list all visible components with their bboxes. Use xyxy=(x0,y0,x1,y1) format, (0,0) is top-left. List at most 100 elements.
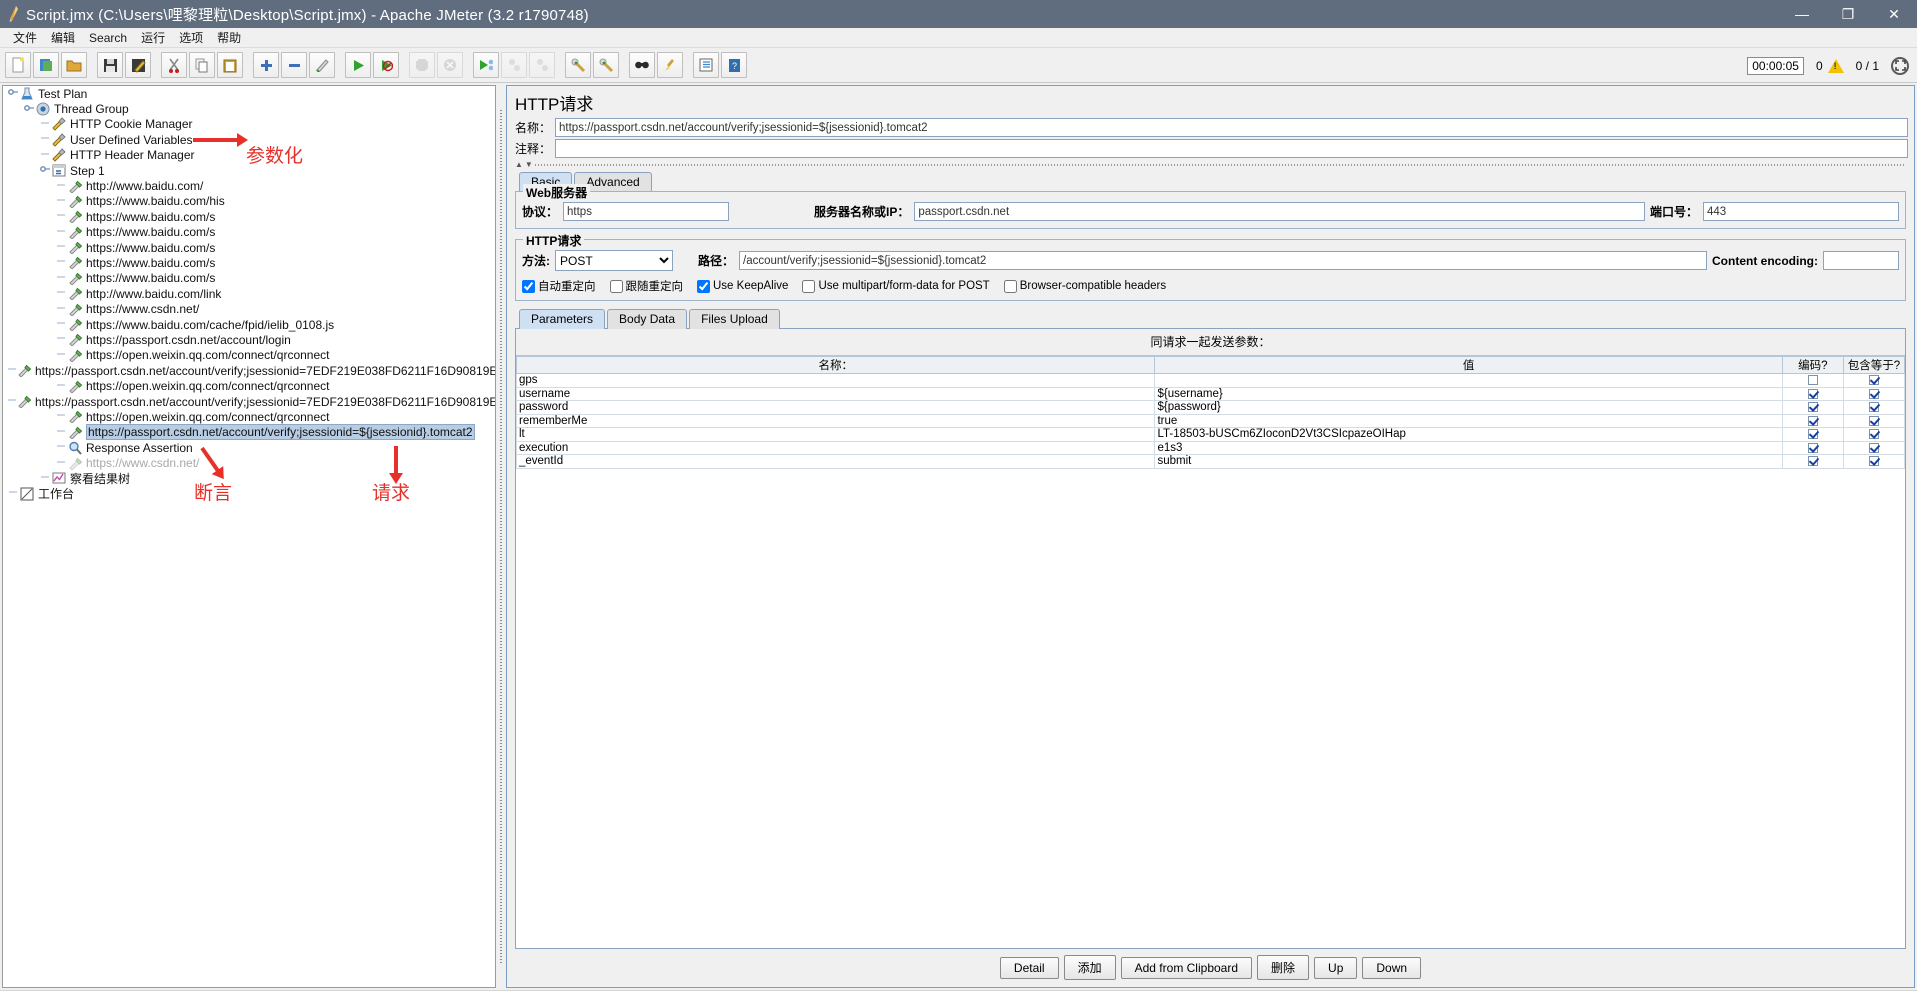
section-collapser[interactable]: ▲ ▼ xyxy=(507,159,1914,169)
param-encode-checkbox[interactable] xyxy=(1807,429,1818,440)
tree-node[interactable]: https://open.weixin.qq.com/connect/qrcon… xyxy=(3,348,495,363)
reset-search-icon[interactable] xyxy=(657,52,683,78)
save-as-icon[interactable] xyxy=(125,52,151,78)
clear-all-icon[interactable] xyxy=(593,52,619,78)
tree-node[interactable]: Step 1 xyxy=(3,163,495,178)
menu-options[interactable]: 选项 xyxy=(172,27,210,48)
name-input[interactable] xyxy=(555,118,1908,137)
param-include-equals-checkbox[interactable] xyxy=(1868,456,1879,467)
remote-start-all-icon[interactable] xyxy=(473,52,499,78)
cut-icon[interactable] xyxy=(161,52,187,78)
function-helper-icon[interactable] xyxy=(693,52,719,78)
param-value-cell[interactable]: submit xyxy=(1154,454,1783,469)
param-encode-cell[interactable] xyxy=(1781,427,1844,442)
http-option-2[interactable]: Use KeepAlive xyxy=(697,279,788,293)
tree-node[interactable]: HTTP Header Manager xyxy=(3,148,495,163)
tree-node[interactable]: HTTP Cookie Manager xyxy=(3,117,495,132)
path-input[interactable] xyxy=(739,251,1708,270)
param-encode-cell[interactable] xyxy=(1781,373,1844,388)
param-encode-checkbox[interactable] xyxy=(1807,415,1818,426)
search-icon[interactable] xyxy=(629,52,655,78)
content-encoding-input[interactable] xyxy=(1823,251,1899,270)
open-icon[interactable] xyxy=(61,52,87,78)
http-option-4[interactable]: Browser-compatible headers xyxy=(1003,279,1166,293)
tree-expand-handle-icon[interactable] xyxy=(39,164,51,177)
param-encode-checkbox[interactable] xyxy=(1807,375,1818,386)
col-include-equals[interactable]: 包含等于? xyxy=(1842,356,1905,374)
param-include-equals-checkbox[interactable] xyxy=(1868,375,1879,386)
error-counter[interactable]: 0 xyxy=(1816,58,1844,73)
param-encode-cell[interactable] xyxy=(1781,386,1844,401)
param-include-equals-cell[interactable] xyxy=(1842,413,1905,428)
expand-icon[interactable] xyxy=(1891,56,1909,75)
tree-node[interactable]: https://passport.csdn.net/account/login xyxy=(3,332,495,347)
test-plan-tree[interactable]: Test Plan Thread Group HTTP Cookie Manager… xyxy=(2,85,496,988)
param-include-equals-cell[interactable] xyxy=(1842,454,1905,469)
param-name-cell[interactable]: gps xyxy=(516,373,1156,388)
param-encode-checkbox[interactable] xyxy=(1807,388,1818,399)
detail-button[interactable]: Detail xyxy=(999,956,1059,979)
param-include-equals-cell[interactable] xyxy=(1842,400,1905,415)
tab-files-upload[interactable]: Files Upload xyxy=(689,309,780,329)
http-option-checkbox[interactable] xyxy=(609,279,623,293)
tree-node[interactable]: https://www.baidu.com/s xyxy=(3,255,495,270)
tree-node[interactable]: https://passport.csdn.net/account/verify… xyxy=(3,363,495,378)
expand-all-icon[interactable] xyxy=(253,52,279,78)
collapse-up-icon[interactable]: ▲ xyxy=(515,160,523,169)
param-encode-cell[interactable] xyxy=(1781,454,1844,469)
up-button[interactable]: Up xyxy=(1314,956,1358,979)
param-include-equals-checkbox[interactable] xyxy=(1868,402,1879,413)
templates-icon[interactable] xyxy=(33,52,59,78)
col-encode[interactable]: 编码? xyxy=(1781,356,1844,374)
param-name-cell[interactable]: execution xyxy=(516,440,1156,455)
tree-node[interactable]: Response Assertion xyxy=(3,440,495,455)
param-include-equals-checkbox[interactable] xyxy=(1868,388,1879,399)
param-include-equals-cell[interactable] xyxy=(1842,440,1905,455)
param-value-cell[interactable]: ${username} xyxy=(1154,386,1783,401)
col-name[interactable]: 名称： xyxy=(516,356,1156,374)
param-encode-checkbox[interactable] xyxy=(1807,456,1818,467)
tree-expand-handle-icon[interactable] xyxy=(7,87,19,100)
param-value-cell[interactable] xyxy=(1154,373,1783,388)
param-encode-checkbox[interactable] xyxy=(1807,402,1818,413)
tree-node[interactable]: https://open.weixin.qq.com/connect/qrcon… xyxy=(3,378,495,393)
param-include-equals-cell[interactable] xyxy=(1842,427,1905,442)
menu-search[interactable]: Search xyxy=(82,29,134,47)
tree-node[interactable]: https://www.csdn.net/ xyxy=(3,455,495,470)
delete-button[interactable]: 删除 xyxy=(1257,955,1310,980)
param-encode-checkbox[interactable] xyxy=(1807,442,1818,453)
collapse-all-icon[interactable] xyxy=(281,52,307,78)
param-include-equals-cell[interactable] xyxy=(1842,386,1905,401)
paste-icon[interactable] xyxy=(217,52,243,78)
tree-node[interactable]: https://passport.csdn.net/account/verify… xyxy=(3,424,495,441)
tab-parameters[interactable]: Parameters xyxy=(519,309,606,329)
close-button[interactable]: ✕ xyxy=(1871,0,1917,28)
tree-node[interactable]: https://www.baidu.com/s xyxy=(3,240,495,255)
method-select[interactable]: GETPOSTHEADPUTOPTIONSTRACEDELETEPATCH xyxy=(555,250,673,271)
tree-node[interactable]: https://www.baidu.com/s xyxy=(3,225,495,240)
tree-node[interactable]: https://passport.csdn.net/account/verify… xyxy=(3,394,495,409)
start-icon[interactable] xyxy=(345,52,371,78)
tree-node[interactable]: https://www.baidu.com/his xyxy=(3,194,495,209)
add-from-clipboard-button[interactable]: Add from Clipboard xyxy=(1120,956,1253,979)
param-encode-cell[interactable] xyxy=(1781,440,1844,455)
param-encode-cell[interactable] xyxy=(1781,413,1844,428)
table-row[interactable]: lt LT-18503-bUSCm6ZIoconD2Vt3CSIcpazeOIHa… xyxy=(516,427,1905,442)
param-name-cell[interactable]: lt xyxy=(516,427,1156,442)
panel-splitter[interactable] xyxy=(496,83,506,990)
table-row[interactable]: username ${username} xyxy=(516,386,1905,401)
table-row[interactable]: execution e1s3 xyxy=(516,440,1905,455)
protocol-input[interactable] xyxy=(563,202,730,221)
new-icon[interactable] xyxy=(5,52,31,78)
param-value-cell[interactable]: true xyxy=(1154,413,1783,428)
menu-file[interactable]: 文件 xyxy=(6,27,44,48)
server-input[interactable] xyxy=(914,202,1645,221)
param-encode-cell[interactable] xyxy=(1781,400,1844,415)
maximize-button[interactable]: ❐ xyxy=(1825,0,1871,28)
tree-node[interactable]: https://open.weixin.qq.com/connect/qrcon… xyxy=(3,409,495,424)
save-icon[interactable] xyxy=(97,52,123,78)
tree-node[interactable]: 察看结果树 xyxy=(3,471,495,486)
param-include-equals-checkbox[interactable] xyxy=(1868,442,1879,453)
param-name-cell[interactable]: rememberMe xyxy=(516,413,1156,428)
http-option-3[interactable]: Use multipart/form-data for POST xyxy=(802,279,990,293)
